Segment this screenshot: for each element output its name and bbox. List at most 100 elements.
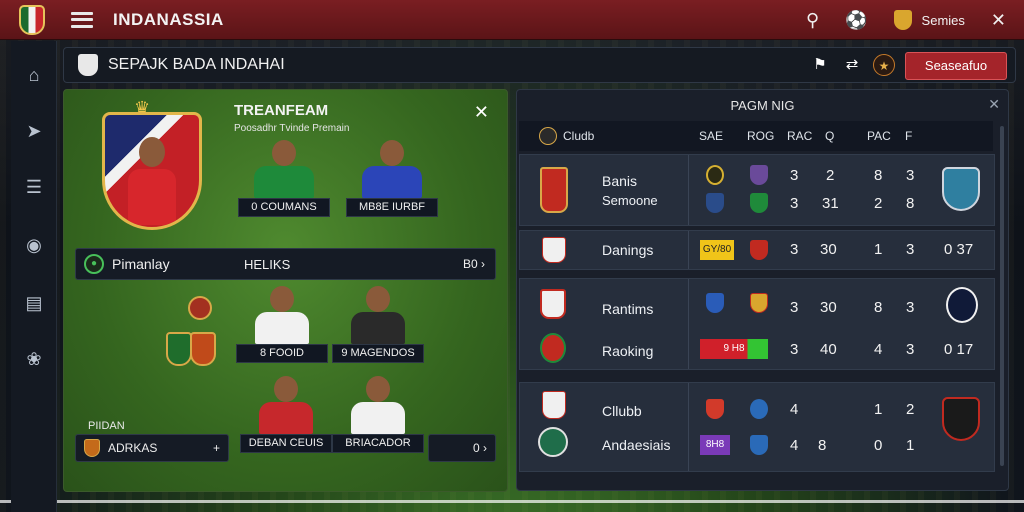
position-icon: ● (84, 254, 104, 274)
team-name: Rantims (602, 301, 654, 317)
player-card[interactable]: 9 MAGENDOS (332, 286, 424, 363)
top-bar: INDANASSIA ⚲ ⚽ Semies ✕ (0, 0, 1024, 40)
player-card-label: 0 COUMANS (238, 198, 330, 217)
stat-value: 8 (906, 195, 915, 212)
club-crest (750, 240, 768, 260)
team-name: Semoone (602, 193, 658, 208)
left-rail: ⌂ ➤ ☰ ◉ ▤ ❀ (11, 41, 57, 512)
club-crest (942, 397, 980, 441)
close-icon[interactable]: ✕ (988, 96, 1000, 113)
club-crest (706, 193, 724, 213)
home-icon[interactable]: ⌂ (22, 63, 46, 87)
stat-value: 3 (906, 299, 915, 316)
stat-value: 3 (906, 167, 915, 184)
badge-icon[interactable]: ★ (873, 54, 895, 76)
stat-value: 1 (874, 401, 883, 418)
club-crest (706, 399, 724, 419)
table-row[interactable]: Rantims Raoking 9 H8 3 30 8 3 3 40 4 3 0… (519, 278, 995, 370)
ball-icon[interactable]: ⚽ (845, 11, 867, 29)
club-crest (946, 287, 978, 323)
ranking-title: PAGM NIG (730, 98, 795, 113)
club-crest (538, 427, 568, 457)
club-crest (540, 167, 568, 213)
shield-icon (893, 10, 912, 30)
bottom-player-name: ADRKAS (108, 441, 158, 455)
stat-value: 3 (790, 195, 799, 212)
table-row[interactable]: Banis Semoone 3 2 8 3 3 31 2 8 (519, 154, 995, 226)
status-tag: 8H8 (700, 435, 730, 455)
status-tag: 9 H8 (700, 339, 768, 359)
team-name: Andaesiais (602, 437, 671, 453)
team-name: Cllubb (602, 403, 642, 419)
player-card[interactable]: 0 COUMANS (238, 140, 330, 217)
featured-player-shield[interactable] (102, 112, 202, 230)
col-header[interactable]: Q (825, 129, 834, 143)
status-tag: GY/80 (700, 240, 734, 260)
team-name: Banis (602, 173, 638, 189)
club-crest (750, 293, 768, 313)
bottom-player-mark: + (212, 441, 220, 455)
col-header[interactable]: ROG (747, 129, 774, 143)
team-panel: ♛ TREANFEAM Poosadhr Tvinde Premain ✕ 0 … (63, 89, 508, 492)
list-icon[interactable]: ☰ (22, 175, 46, 199)
sub-header: SEPAJK BADA INDAHAI ⚑ ⇄ ★ Seaseafuo (63, 47, 1016, 83)
scrollbar[interactable] (1000, 126, 1004, 466)
player-card[interactable]: 8 FOOID (236, 286, 328, 363)
club-crest (706, 165, 724, 185)
player-card[interactable]: BRIACADOR (332, 376, 424, 453)
col-header[interactable]: SAE (699, 129, 723, 143)
team-name: Raoking (602, 343, 654, 359)
club-crest (188, 296, 212, 320)
close-icon[interactable]: ✕ (474, 102, 489, 123)
col-header[interactable]: PAC (867, 129, 891, 143)
series-selector[interactable]: Semies (893, 10, 965, 30)
stat-value: 4 (790, 401, 799, 418)
key-icon[interactable]: ⚑ (809, 54, 831, 76)
position-action[interactable]: B0 › (463, 257, 485, 271)
bottom-nav[interactable]: 0 › (428, 434, 496, 462)
club-crest (166, 332, 192, 366)
club-crest (750, 193, 768, 213)
stat-value: 3 (790, 167, 799, 184)
search-icon[interactable]: ⚲ (806, 11, 819, 29)
rocket-icon[interactable]: ➤ (22, 119, 46, 143)
club-header[interactable]: Cludb (563, 129, 594, 143)
club-crest (750, 435, 768, 455)
bottom-player-row[interactable]: ADRKAS + (75, 434, 229, 462)
stat-value: 2 (826, 167, 835, 184)
stat-value: 3 (790, 341, 799, 358)
bottom-number: 0 (472, 441, 480, 455)
swap-icon[interactable]: ⇄ (841, 54, 863, 76)
stat-value: 3 (906, 341, 915, 358)
series-label: Semies (921, 12, 965, 28)
stat-value: 30 (820, 299, 837, 316)
player-card-label: 8 FOOID (236, 344, 328, 363)
stat-value: 30 (820, 241, 837, 258)
col-header[interactable]: RAC (787, 129, 812, 143)
stat-value: 1 (906, 437, 915, 454)
chart-icon[interactable]: ▤ (22, 291, 46, 315)
table-header: Cludb SAE ROG RAC Q PAC F (519, 121, 993, 151)
position-row[interactable]: ● Pimanlay HELIKS B0 › (75, 248, 496, 280)
close-icon[interactable]: ✕ (991, 11, 1006, 29)
club-crest (540, 289, 566, 319)
ranking-panel: PAGM NIG ✕ Cludb SAE ROG RAC Q PAC F Ban… (516, 89, 1009, 491)
player-card[interactable]: DEBAN CEUIS (240, 376, 332, 453)
player-card-label: BRIACADOR (332, 434, 424, 453)
stat-value: 8 (874, 167, 883, 184)
club-crest (706, 293, 724, 313)
table-row[interactable]: Cllubb Andaesiais 8H8 4 1 2 4 8 0 1 (519, 382, 995, 472)
trophy-icon[interactable]: ◉ (22, 233, 46, 257)
col-header[interactable]: F (905, 129, 912, 143)
panel-title: TREANFEAM (234, 102, 329, 119)
player-card[interactable]: MB8E IURBF (346, 140, 438, 217)
menu-icon[interactable] (71, 11, 93, 28)
table-row[interactable]: Danings GY/80 3 30 1 3 0 37 (519, 230, 995, 270)
stat-value: 3 (790, 299, 799, 316)
panel-subtitle: Poosadhr Tvinde Premain (234, 123, 350, 134)
club-crest (540, 333, 566, 363)
action-button[interactable]: Seaseafuo (905, 52, 1007, 80)
featured-player (127, 137, 177, 227)
settings-icon[interactable]: ❀ (22, 347, 46, 371)
stat-value: 40 (820, 341, 837, 358)
